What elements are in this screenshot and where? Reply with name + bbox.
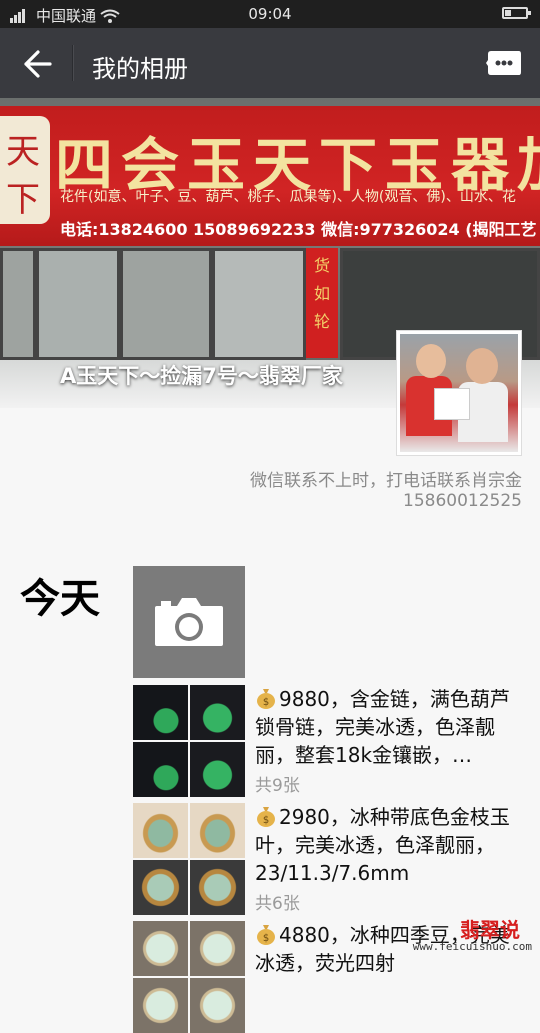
camera-icon xyxy=(155,598,223,646)
photo-thumbnail xyxy=(133,978,188,1033)
status-time: 09:04 xyxy=(248,5,292,23)
banner-char: 如 xyxy=(313,284,330,303)
banner-char: 轮 xyxy=(313,312,330,331)
status-bar: 中国联通 09:04 xyxy=(0,0,540,28)
photo-thumbnail xyxy=(190,685,245,740)
photo-thumbnail xyxy=(133,921,188,976)
shop-door xyxy=(0,248,36,360)
battery-level xyxy=(505,10,511,16)
photo-thumbnail xyxy=(133,685,188,740)
album-owner-name: A玉天下～捡漏7号～翡翠厂家 xyxy=(60,364,343,388)
post-text-content: 9880，含金链，满色葫芦锁骨链，完美冰透，色泽靓丽，整套18k金镶嵌，… xyxy=(255,687,510,767)
post-item[interactable]: $2980，冰种带底色金枝玉叶，完美冰透，色泽靓丽，23/11.3/7.6mm … xyxy=(133,803,523,915)
avatar[interactable] xyxy=(396,330,522,456)
photo-count: 共6张 xyxy=(255,894,300,914)
post-text: $2980，冰种带底色金枝玉叶，完美冰透，色泽靓丽，23/11.3/7.6mm xyxy=(255,803,521,887)
money-bag-icon: $ xyxy=(257,807,275,827)
post-thumbnails[interactable] xyxy=(133,803,245,915)
svg-text:$: $ xyxy=(263,815,269,826)
logo-char: 下 xyxy=(6,180,40,220)
red-banner: 货 如 轮 xyxy=(306,248,338,358)
profile-phone: 15860012525 xyxy=(403,491,522,511)
watermark-brand: 翡翠说 xyxy=(460,918,520,942)
avatar-photo xyxy=(400,334,518,452)
post-thumbnails[interactable] xyxy=(133,685,245,797)
photo-thumbnail xyxy=(190,921,245,976)
shop-logo: 天 下 xyxy=(0,116,50,224)
photo-thumbnail xyxy=(133,742,188,797)
photo-count: 共9张 xyxy=(255,776,300,796)
message-icon[interactable] xyxy=(486,50,522,76)
post-text: $9880，含金链，满色葫芦锁骨链，完美冰透，色泽靓丽，整套18k金镶嵌，… xyxy=(255,685,521,769)
photo-thumbnail xyxy=(133,860,188,915)
page-title: 我的相册 xyxy=(92,55,188,83)
post-text-content: 2980，冰种带底色金枝玉叶，完美冰透，色泽靓丽，23/11.3/7.6mm xyxy=(255,805,510,885)
divider xyxy=(72,45,74,81)
watermark-url: www.feicuishuo.com xyxy=(412,940,532,953)
sign-phone-text: 电话:13824600 15089692233 微信:977326024 (揭阳… xyxy=(60,220,537,239)
svg-text:$: $ xyxy=(263,697,269,708)
profile-signature: 微信联系不上时，打电话联系肖宗金 xyxy=(250,471,522,491)
top-bar: 我的相册 xyxy=(0,28,540,98)
photo-thumbnail xyxy=(190,803,245,858)
sign-sub-text: 花件(如意、叶子、豆、葫芦、桃子、瓜果等)、人物(观音、佛)、山水、花 xyxy=(60,189,516,205)
camera-button[interactable] xyxy=(133,566,245,678)
shop-door xyxy=(120,248,212,360)
battery-icon xyxy=(502,7,531,19)
photo-thumbnail xyxy=(190,742,245,797)
back-arrow-icon[interactable] xyxy=(16,44,56,84)
photo-thumbnail xyxy=(133,803,188,858)
watermark: 翡翠说 www.feicuishuo.com xyxy=(413,914,532,954)
photo-thumbnail xyxy=(190,860,245,915)
day-label: 今天 xyxy=(20,576,100,622)
shop-door xyxy=(212,248,306,360)
money-bag-icon: $ xyxy=(257,689,275,709)
svg-text:$: $ xyxy=(263,933,269,944)
shop-door xyxy=(36,248,120,360)
logo-char: 天 xyxy=(6,132,40,172)
post-item[interactable]: $9880，含金链，满色葫芦锁骨链，完美冰透，色泽靓丽，整套18k金镶嵌，… 共… xyxy=(133,685,523,797)
photo-thumbnail xyxy=(190,978,245,1033)
post-thumbnails[interactable] xyxy=(133,921,245,1033)
money-bag-icon: $ xyxy=(257,925,275,945)
banner-char: 货 xyxy=(313,256,330,275)
